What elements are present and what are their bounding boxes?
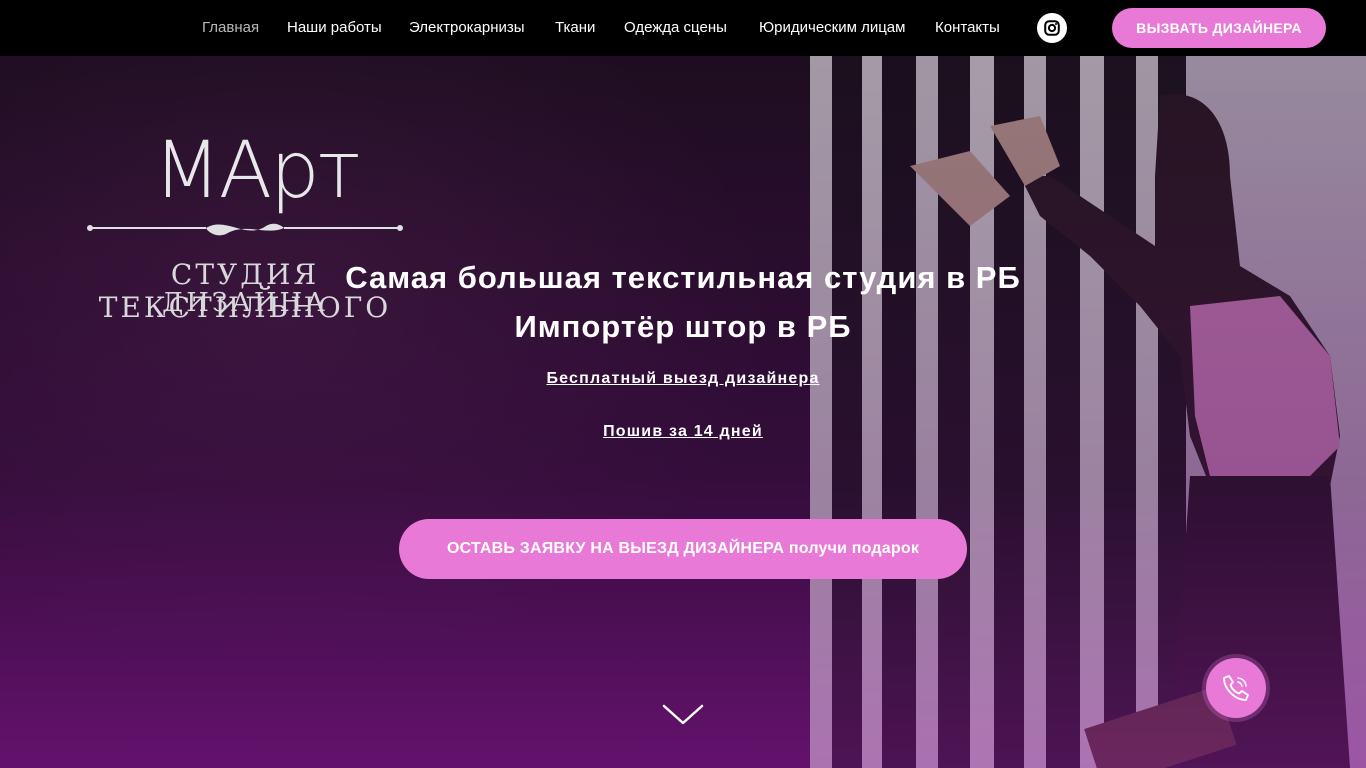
nav-item-home[interactable]: Главная	[202, 19, 259, 37]
request-designer-visit-button[interactable]: ОСТАВЬ ЗАЯВКУ НА ВЫЕЗД ДИЗАЙНЕРА получи …	[399, 519, 967, 579]
nav-item-electric-cornices[interactable]: Электрокарнизы	[409, 19, 525, 37]
nav-item-our-works[interactable]: Наши работы	[287, 19, 382, 37]
nav-item-legal-entities[interactable]: Юридическим лицам	[759, 19, 905, 37]
nav-item-stage-clothing[interactable]: Одежда сцены	[624, 19, 727, 37]
call-designer-button[interactable]: ВЫЗВАТЬ ДИЗАЙНЕРА	[1112, 8, 1326, 48]
logo-wordmark: МАрт	[153, 126, 361, 216]
hero-headline-primary: Самая большая текстильная студия в РБ	[345, 260, 1021, 295]
instagram-icon	[1044, 20, 1060, 36]
hero-section: МАрт СТУДИЯ ТЕКСТИЛЬНОГО ДИЗАЙНА Самая б…	[0, 56, 1366, 768]
phone-icon	[1223, 675, 1249, 701]
logo-ornament-icon	[87, 223, 403, 236]
free-designer-visit-link[interactable]: Бесплатный выезд дизайнера	[483, 370, 883, 388]
chevron-down-icon[interactable]	[662, 703, 704, 727]
nav-item-fabrics[interactable]: Ткани	[555, 19, 595, 37]
instagram-link[interactable]	[1037, 13, 1067, 43]
nav-item-contacts[interactable]: Контакты	[935, 19, 1000, 37]
call-back-button[interactable]	[1206, 658, 1266, 718]
top-navigation-bar: Главная Наши работы Электрокарнизы Ткани…	[0, 0, 1366, 56]
hero-headline-secondary: Импортёр штор в РБ	[514, 309, 852, 344]
sewing-14-days-link[interactable]: Пошив за 14 дней	[483, 423, 883, 441]
